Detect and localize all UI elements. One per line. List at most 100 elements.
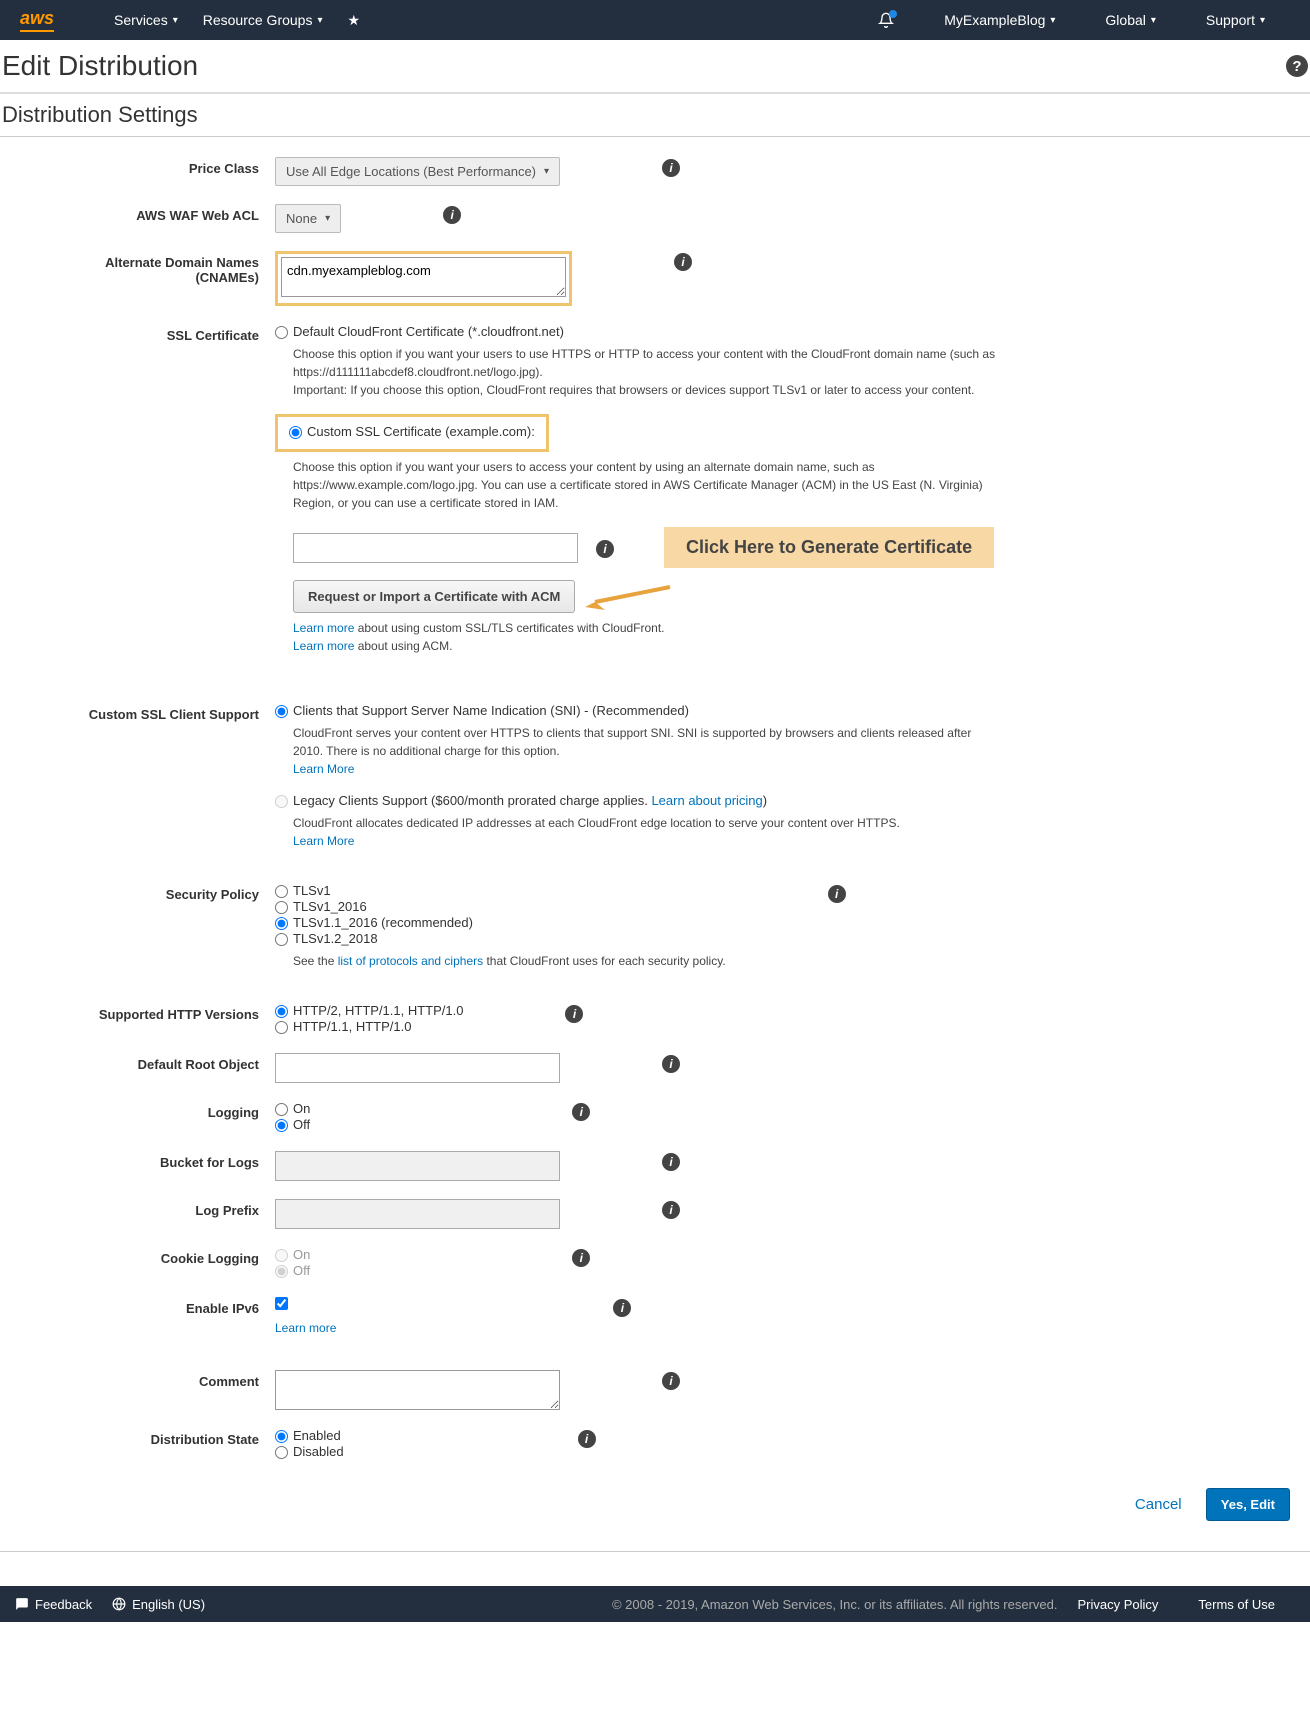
help-icon[interactable]: ?: [1286, 55, 1308, 77]
info-icon[interactable]: i: [596, 540, 614, 558]
security-policy-label: Security Policy: [0, 883, 275, 902]
ssl-label: SSL Certificate: [0, 324, 275, 343]
learn-more-link[interactable]: Learn more: [293, 639, 354, 653]
price-class-label: Price Class: [0, 157, 275, 176]
log-prefix-label: Log Prefix: [0, 1199, 275, 1218]
info-icon[interactable]: i: [565, 1005, 583, 1023]
root-object-label: Default Root Object: [0, 1053, 275, 1072]
copyright-text: © 2008 - 2019, Amazon Web Services, Inc.…: [612, 1597, 1058, 1612]
info-icon[interactable]: i: [613, 1299, 631, 1317]
legacy-help: CloudFront allocates dedicated IP addres…: [293, 814, 1000, 850]
waf-select[interactable]: None▾: [275, 204, 341, 233]
caret-down-icon: ▾: [1260, 15, 1265, 26]
info-icon[interactable]: i: [578, 1430, 596, 1448]
cancel-button[interactable]: Cancel: [1135, 1496, 1182, 1513]
language-button[interactable]: English (US): [112, 1597, 205, 1612]
bucket-logs-input: [275, 1151, 560, 1181]
caret-down-icon: ▾: [544, 166, 549, 177]
learn-more-link[interactable]: Learn more: [293, 621, 354, 635]
info-icon[interactable]: i: [662, 1055, 680, 1073]
dist-state-label: Distribution State: [0, 1428, 275, 1447]
price-class-select[interactable]: Use All Edge Locations (Best Performance…: [275, 157, 560, 186]
nav-resource-groups[interactable]: Resource Groups▾: [203, 12, 323, 28]
ssl-custom-help: Choose this option if you want your user…: [293, 458, 1000, 512]
cookie-logging-label: Cookie Logging: [0, 1247, 275, 1266]
info-icon[interactable]: i: [572, 1103, 590, 1121]
arrow-annotation-icon: [575, 582, 675, 612]
learn-more-link[interactable]: Learn More: [293, 834, 354, 848]
acm-request-button[interactable]: Request or Import a Certificate with ACM: [293, 580, 575, 613]
top-nav: aws Services▾ Resource Groups▾ ★ MyExamp…: [0, 0, 1310, 40]
learn-more-link[interactable]: Learn more: [275, 1321, 336, 1335]
terms-link[interactable]: Terms of Use: [1198, 1597, 1275, 1612]
info-icon[interactable]: i: [828, 885, 846, 903]
waf-label: AWS WAF Web ACL: [0, 204, 275, 223]
comment-label: Comment: [0, 1370, 275, 1389]
star-icon[interactable]: ★: [348, 12, 361, 29]
state-disabled-radio[interactable]: [275, 1446, 288, 1459]
protocols-link[interactable]: list of protocols and ciphers: [338, 954, 483, 968]
log-prefix-input: [275, 1199, 560, 1229]
bottom-nav: Feedback English (US) © 2008 - 2019, Ama…: [0, 1586, 1310, 1622]
caret-down-icon: ▾: [325, 213, 330, 224]
caret-down-icon: ▾: [173, 15, 178, 26]
callout-annotation: Click Here to Generate Certificate: [664, 527, 994, 568]
nav-region[interactable]: Global▾: [1105, 12, 1156, 28]
caret-down-icon: ▾: [1050, 15, 1055, 26]
ssl-learn-more: Learn more about using custom SSL/TLS ce…: [293, 619, 1000, 655]
aws-logo[interactable]: aws: [20, 8, 54, 32]
security-policy-help: See the list of protocols and ciphers th…: [293, 952, 726, 970]
caret-down-icon: ▾: [1151, 15, 1156, 26]
cname-input[interactable]: [281, 257, 566, 297]
info-icon[interactable]: i: [572, 1249, 590, 1267]
nav-services[interactable]: Services▾: [114, 12, 178, 28]
ssl-custom-label: Custom SSL Certificate (example.com):: [307, 424, 535, 439]
info-icon[interactable]: i: [674, 253, 692, 271]
ssl-default-label: Default CloudFront Certificate (*.cloudf…: [293, 324, 564, 339]
notifications-icon[interactable]: [878, 12, 894, 28]
cname-highlight: [275, 251, 572, 306]
learn-more-link[interactable]: Learn More: [293, 762, 354, 776]
http-versions-label: Supported HTTP Versions: [0, 1003, 275, 1022]
cname-label: Alternate Domain Names(CNAMEs): [0, 251, 275, 285]
sni-radio[interactable]: [275, 705, 288, 718]
logging-off-radio[interactable]: [275, 1119, 288, 1132]
info-icon[interactable]: i: [662, 1201, 680, 1219]
info-icon[interactable]: i: [662, 1372, 680, 1390]
yes-edit-button[interactable]: Yes, Edit: [1206, 1488, 1290, 1521]
logging-label: Logging: [0, 1101, 275, 1120]
http11-radio[interactable]: [275, 1021, 288, 1034]
cookie-off-radio: [275, 1265, 288, 1278]
page-title: Edit Distribution: [2, 50, 198, 82]
divider: [0, 1551, 1310, 1552]
nav-support[interactable]: Support▾: [1206, 12, 1265, 28]
nav-account[interactable]: MyExampleBlog▾: [944, 12, 1055, 28]
client-support-label: Custom SSL Client Support: [0, 703, 275, 722]
section-title: Distribution Settings: [0, 94, 1310, 137]
tls-v11-2016-radio[interactable]: [275, 917, 288, 930]
ssl-cert-input[interactable]: [293, 533, 578, 563]
legacy-radio: [275, 795, 288, 808]
pricing-link[interactable]: Learn about pricing: [651, 793, 762, 808]
cookie-on-radio: [275, 1249, 288, 1262]
caret-down-icon: ▾: [317, 15, 322, 26]
ipv6-checkbox[interactable]: [275, 1297, 288, 1310]
bucket-logs-label: Bucket for Logs: [0, 1151, 275, 1170]
feedback-button[interactable]: Feedback: [15, 1597, 92, 1612]
privacy-link[interactable]: Privacy Policy: [1078, 1597, 1159, 1612]
info-icon[interactable]: i: [443, 206, 461, 224]
comment-input[interactable]: [275, 1370, 560, 1410]
tls-v12-2018-radio[interactable]: [275, 933, 288, 946]
ssl-custom-highlight: Custom SSL Certificate (example.com):: [275, 414, 549, 452]
info-icon[interactable]: i: [662, 1153, 680, 1171]
ssl-custom-radio[interactable]: [289, 426, 302, 439]
tls-v1-2016-radio[interactable]: [275, 901, 288, 914]
ssl-default-radio[interactable]: [275, 326, 288, 339]
info-icon[interactable]: i: [662, 159, 680, 177]
ssl-default-help: Choose this option if you want your user…: [293, 345, 1000, 399]
logging-on-radio[interactable]: [275, 1103, 288, 1116]
root-object-input[interactable]: [275, 1053, 560, 1083]
tls-v1-radio[interactable]: [275, 885, 288, 898]
state-enabled-radio[interactable]: [275, 1430, 288, 1443]
http2-radio[interactable]: [275, 1005, 288, 1018]
